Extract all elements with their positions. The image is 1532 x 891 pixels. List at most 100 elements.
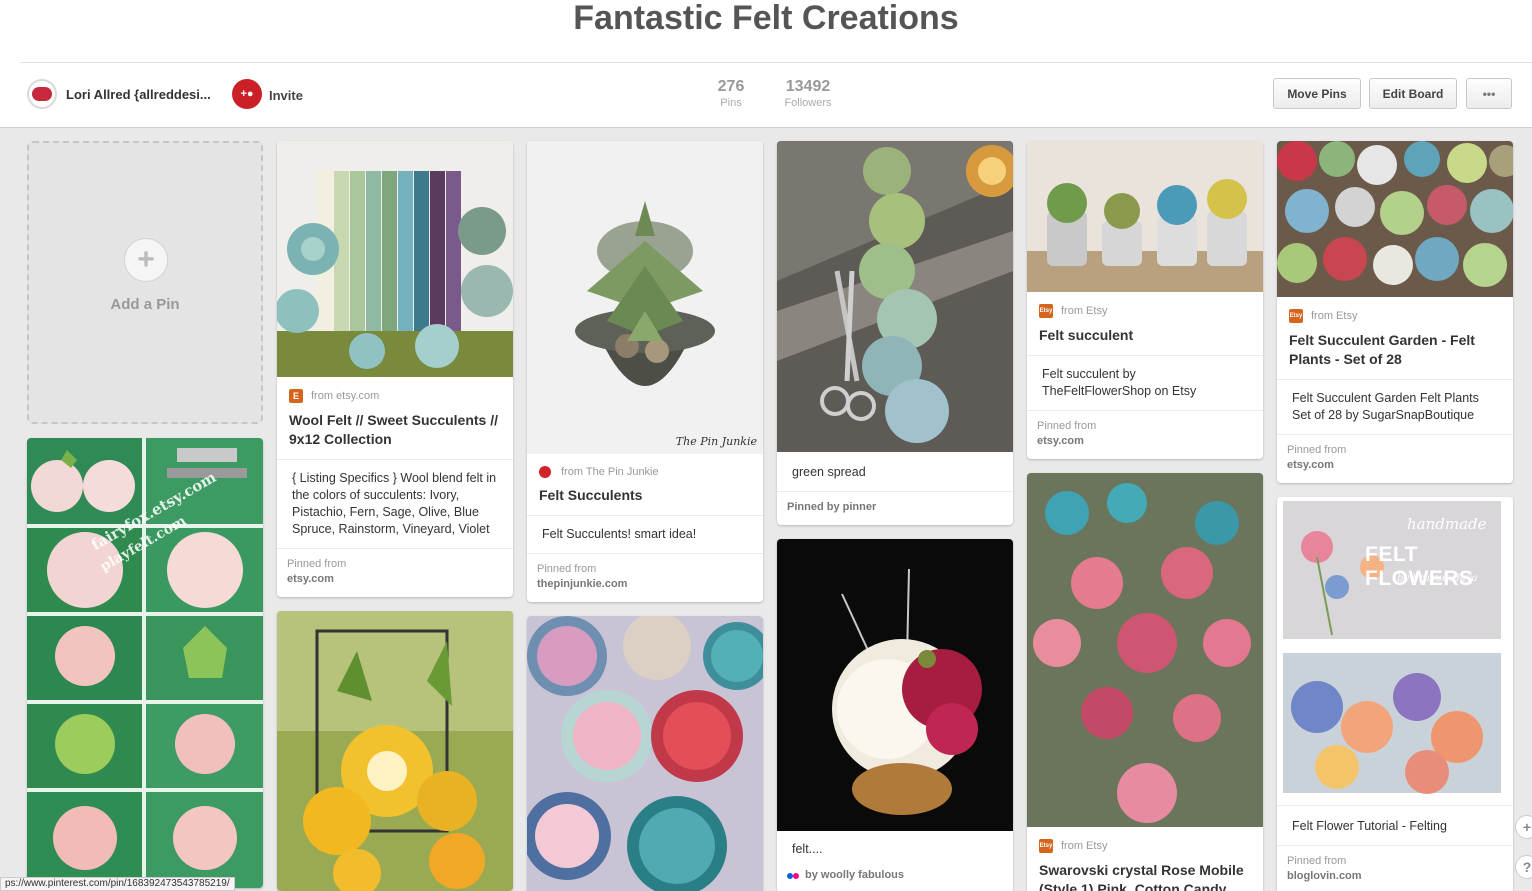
- invite-icon[interactable]: + ●: [232, 79, 262, 109]
- etsy-icon: Etsy: [1039, 304, 1053, 318]
- followers-count: 13492: [785, 78, 831, 95]
- pins-count: 276: [717, 78, 745, 95]
- header-bottom-border: [0, 127, 1532, 128]
- pin-source-etsy[interactable]: Etsy from Etsy: [1027, 292, 1263, 318]
- pin-card-yellow-flowers[interactable]: [277, 611, 513, 891]
- pin-title[interactable]: Felt Succulent Garden - Felt Plants - Se…: [1277, 323, 1513, 379]
- pin-card-wool-felt[interactable]: E from etsy.com Wool Felt // Sweet Succu…: [277, 141, 513, 597]
- pin-image-felt-pincushion[interactable]: [777, 539, 1013, 831]
- add-pin-label: Add a Pin: [110, 296, 180, 313]
- pinned-from[interactable]: Pinned from etsy.com: [277, 548, 513, 597]
- etsy-icon: Etsy: [1289, 309, 1303, 323]
- pin-title[interactable]: Felt Succulents: [527, 478, 763, 515]
- pin-source-wool[interactable]: E from etsy.com: [277, 377, 513, 403]
- pin-image-succulent-jars[interactable]: [1027, 141, 1263, 292]
- flickr-icon: [787, 870, 799, 882]
- pinned-from-domain[interactable]: etsy.com: [287, 572, 503, 587]
- flowers-overlay-by: by bruyuevdaya: [1397, 573, 1478, 584]
- pin-card-tutorial[interactable]: fairyfox.etsy.com playfelt.com: [27, 438, 263, 888]
- pin-column-1: + Add a Pin fairyfox.etsy.com playfelt.c…: [27, 141, 263, 891]
- edit-board-button[interactable]: Edit Board: [1369, 78, 1457, 109]
- pin-description: Felt succulent by TheFeltFlowerShop on E…: [1027, 355, 1263, 410]
- pinned-from-label: Pinned from: [287, 558, 347, 570]
- pin-source-text: from Etsy: [1061, 305, 1108, 317]
- pin-junkie-watermark: The Pin Junkie: [675, 435, 757, 448]
- pin-title[interactable]: Swarovski crystal Rose Mobile (Style 1) …: [1027, 853, 1263, 891]
- pin-title[interactable]: Felt succulent: [1027, 318, 1263, 355]
- pin-description: Felt Flower Tutorial - Felting: [1277, 805, 1513, 845]
- pin-column-4: green spread Pinned by pinner felt.... b…: [777, 141, 1013, 891]
- pinned-from-label: Pinned from: [1037, 420, 1097, 432]
- pin-description: green spread: [792, 465, 866, 479]
- pin-card-felt-succulent[interactable]: Etsy from Etsy Felt succulent Felt succu…: [1027, 141, 1263, 459]
- pinned-from-label: Pinned from: [1287, 855, 1347, 867]
- status-bar-url: ps://www.pinterest.com/pin/1683924735437…: [0, 877, 235, 891]
- pin-image-rose-mobile[interactable]: [1027, 473, 1263, 827]
- pin-card-coasters[interactable]: [527, 616, 763, 891]
- more-options-button[interactable]: •••: [1466, 78, 1512, 109]
- pin-column-3: The Pin Junkie from The Pin Junkie Felt …: [527, 141, 763, 891]
- add-pin-plus-icon: +: [124, 238, 168, 282]
- pin-column-6: Etsy from Etsy Felt Succulent Garden - F…: [1277, 141, 1513, 891]
- pinned-from-domain[interactable]: etsy.com: [1287, 458, 1503, 473]
- stat-followers[interactable]: 13492 Followers: [780, 78, 836, 110]
- pin-image-wool-felt[interactable]: [277, 141, 513, 377]
- pin-image-yellow-felt-flowers[interactable]: [277, 611, 513, 891]
- add-floating-button[interactable]: +: [1515, 815, 1532, 839]
- pin-card-pincushion[interactable]: felt.... by woolly fabulous: [777, 539, 1013, 891]
- help-floating-button[interactable]: ?: [1515, 855, 1532, 879]
- pin-image-green-succulent-spread[interactable]: [777, 141, 1013, 452]
- pin-junkie-icon: [539, 466, 551, 478]
- add-pin-tile[interactable]: + Add a Pin: [27, 141, 263, 424]
- pinned-from[interactable]: Pinned from thepinjunkie.com: [527, 553, 763, 602]
- pinned-by[interactable]: Pinned by pinner: [777, 491, 1013, 525]
- pin-source-text: from etsy.com: [311, 390, 380, 402]
- pin-card-felt-flowers[interactable]: handmade FELT FLOWERS by bruyuevdaya Fel…: [1277, 497, 1513, 891]
- pinned-by[interactable]: by woolly fabulous: [777, 868, 1013, 891]
- pin-image-felt-flowers-tutorial[interactable]: handmade FELT FLOWERS by bruyuevdaya: [1277, 497, 1513, 805]
- invite-link[interactable]: Invite: [269, 88, 303, 103]
- pin-image-tutorial-collage[interactable]: fairyfox.etsy.com playfelt.com: [27, 438, 263, 888]
- etsy-icon: E: [289, 389, 303, 403]
- pin-image-felt-succulent-pot[interactable]: The Pin Junkie: [527, 141, 763, 454]
- pinned-from-domain[interactable]: thepinjunkie.com: [537, 577, 753, 592]
- pinned-from[interactable]: Pinned from etsy.com: [1027, 410, 1263, 459]
- pin-description: Felt Succulents! smart idea!: [527, 515, 763, 553]
- invite-plus-glyph: +: [240, 88, 247, 100]
- pin-card-felt-succulents[interactable]: The Pin Junkie from The Pin Junkie Felt …: [527, 141, 763, 602]
- pinned-from[interactable]: Pinned from bloglovin.com: [1277, 845, 1513, 891]
- pin-description: { Listing Specifics } Wool blend felt in…: [277, 459, 513, 548]
- pinned-from-domain[interactable]: etsy.com: [1037, 434, 1253, 449]
- pinned-from[interactable]: Pinned from etsy.com: [1277, 434, 1513, 483]
- pin-source-text: from The Pin Junkie: [561, 466, 659, 478]
- followers-label: Followers: [784, 97, 832, 109]
- pin-card-succulent-garden[interactable]: Etsy from Etsy Felt Succulent Garden - F…: [1277, 141, 1513, 483]
- pin-description: felt....: [792, 842, 823, 856]
- pin-column-2: E from etsy.com Wool Felt // Sweet Succu…: [277, 141, 513, 891]
- pin-image-succulent-garden[interactable]: [1277, 141, 1513, 297]
- pin-card-green-spread[interactable]: green spread Pinned by pinner: [777, 141, 1013, 525]
- pin-source-text: from Etsy: [1061, 840, 1108, 852]
- pin-source-etsy[interactable]: Etsy from Etsy: [1277, 297, 1513, 323]
- owner-avatar[interactable]: [27, 79, 57, 109]
- pin-title[interactable]: Wool Felt // Sweet Succulents // 9x12 Co…: [277, 403, 513, 459]
- board-header: Fantastic Felt Creations Lori Allred {al…: [0, 0, 1532, 128]
- header-divider: [20, 62, 1532, 63]
- flowers-overlay-small: handmade: [1407, 515, 1487, 533]
- pin-image-beaded-felt-coasters[interactable]: [527, 616, 763, 891]
- pin-source-pinjunkie[interactable]: from The Pin Junkie: [527, 454, 763, 478]
- owner-name-link[interactable]: Lori Allred {allreddesi...: [66, 87, 211, 102]
- move-pins-button[interactable]: Move Pins: [1273, 78, 1361, 109]
- pinned-by-label[interactable]: Pinned by pinner: [787, 500, 1003, 515]
- pinned-from-domain[interactable]: bloglovin.com: [1287, 869, 1503, 884]
- pinned-by-label[interactable]: by woolly fabulous: [805, 868, 904, 883]
- pin-source-etsy[interactable]: Etsy from Etsy: [1027, 827, 1263, 853]
- stat-pins[interactable]: 276 Pins: [711, 78, 751, 110]
- pin-description: Felt Succulent Garden Felt Plants Set of…: [1277, 379, 1513, 434]
- pin-card-rose-mobile[interactable]: Etsy from Etsy Swarovski crystal Rose Mo…: [1027, 473, 1263, 891]
- pinned-from-label: Pinned from: [537, 563, 597, 575]
- pinned-from-label: Pinned from: [1287, 444, 1347, 456]
- board-title: Fantastic Felt Creations: [573, 0, 959, 37]
- etsy-icon: Etsy: [1039, 839, 1053, 853]
- pin-source-text: from Etsy: [1311, 310, 1358, 322]
